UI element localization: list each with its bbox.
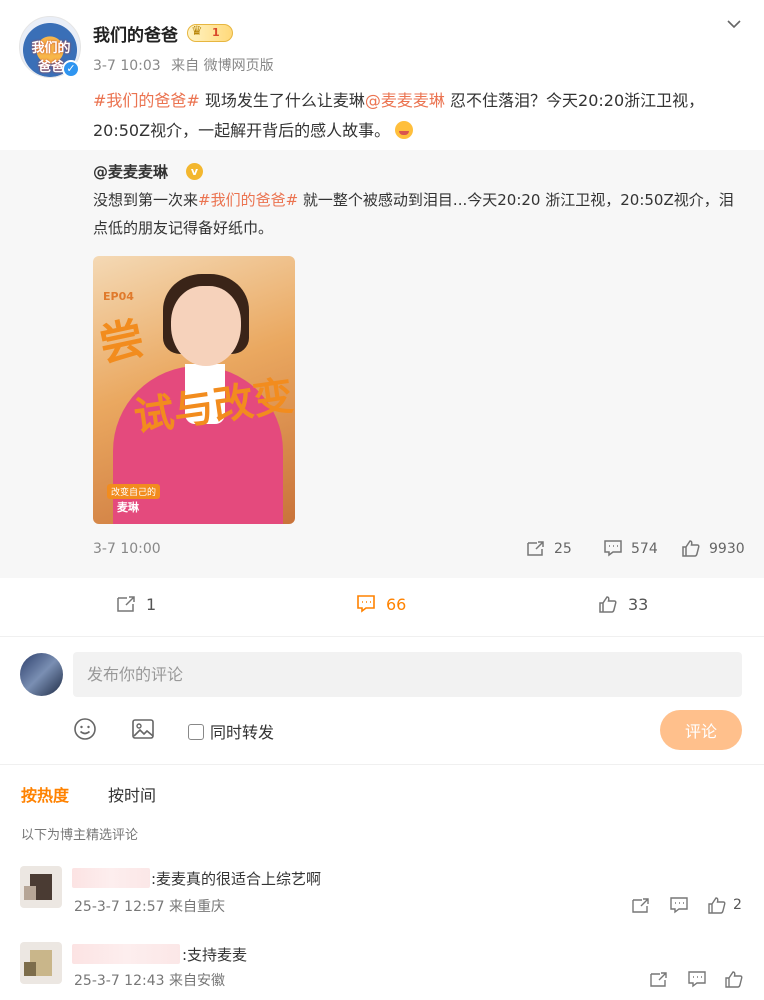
gold-verified-icon: v — [186, 163, 203, 180]
hashtag-link[interactable]: #我们的爸爸# — [93, 91, 200, 110]
tearful-emoji-icon — [395, 121, 414, 139]
also-repost-label: 同时转发 — [210, 723, 275, 742]
repost-author[interactable]: @麦麦麦琳 — [93, 161, 168, 182]
comment-meta: 25-3-7 12:43 来自安徽 — [74, 970, 225, 990]
poster-face — [171, 286, 241, 366]
comment-item: :支持麦麦 25-3-7 12:43 来自安徽 — [0, 934, 764, 1000]
comment-location: 来自重庆 — [168, 899, 225, 915]
emoji-picker-smiley-icon[interactable] — [73, 717, 97, 741]
comment-repost-icon[interactable] — [631, 896, 651, 914]
like-button-count: 33 — [628, 595, 649, 614]
author-name[interactable]: 我们的爸爸 — [93, 21, 178, 46]
comment-location: 来自安徽 — [168, 973, 225, 989]
comment-icon — [604, 540, 622, 557]
repost-repost-count[interactable]: 25 — [526, 539, 572, 559]
submit-comment-button[interactable]: 评论 — [660, 710, 742, 750]
commenter-name-blurred[interactable] — [72, 868, 150, 888]
reposted-content[interactable]: @麦麦麦琳 v 没想到第一次来#我们的爸爸# 就一整个被感动到泪目...今天20… — [0, 150, 764, 578]
comment-button-count: 66 — [386, 595, 407, 614]
tab-sort-by-time[interactable]: 按时间 — [108, 782, 156, 806]
post-text: #我们的爸爸# 现场发生了什么让麦琳@麦麦麦琳 忍不住落泪？今天20:20浙江卫… — [93, 86, 743, 146]
poster-title-first: 尝 — [95, 312, 149, 372]
poster-person-name: 麦琳 — [117, 501, 139, 514]
comment-meta: 25-3-7 12:57 来自重庆 — [74, 896, 225, 916]
like-button[interactable]: 33 — [598, 594, 648, 614]
avatar-pixel — [24, 886, 36, 900]
sort-divider — [0, 764, 764, 765]
post-text-part: 现场发生了什么让麦琳 — [199, 91, 365, 110]
repost-like-count[interactable]: 9930 — [681, 539, 745, 559]
repost-text: 没想到第一次来#我们的爸爸# 就一整个被感动到泪目...今天20:20 浙江卫视… — [93, 186, 743, 242]
repost-text-part: 没想到第一次来 — [93, 191, 199, 209]
repost-poster-image[interactable]: EP04 尝 试与改变 改变自己的 麦琳 — [93, 256, 295, 524]
repost-button[interactable]: 1 — [116, 594, 156, 614]
weibo-post: 我们的爸爸 ✓ 我们的爸爸 ♛ 1 3-7 10:03 来自 微博网页版 #我们… — [0, 0, 764, 640]
crown-icon: ♛ — [191, 24, 203, 39]
repost-icon — [117, 596, 135, 612]
post-meta: 3-7 10:03 来自 微博网页版 — [93, 55, 280, 75]
member-level-number: 1 — [212, 26, 220, 39]
featured-comments-note: 以下为博主精选评论 — [21, 828, 139, 843]
mention-link[interactable]: @麦麦麦琳 — [365, 91, 445, 110]
repost-button-count: 1 — [146, 595, 157, 614]
comment-text: :支持麦麦 — [182, 946, 248, 964]
comment-item: :麦麦真的很适合上综艺啊 25-3-7 12:57 来自重庆 2 — [0, 858, 764, 928]
repost-count-value: 25 — [554, 541, 572, 557]
poster-tag: 改变自己的 — [107, 484, 161, 499]
also-repost-checkbox[interactable] — [188, 724, 204, 740]
also-repost-option[interactable]: 同时转发 — [188, 719, 274, 743]
commenter-name-blurred[interactable] — [72, 944, 180, 964]
post-action-bar: 1 66 33 — [0, 578, 764, 630]
comment-reply-icon[interactable] — [669, 896, 689, 914]
comment-icon — [357, 595, 375, 613]
comment-text: :麦麦真的很适合上综艺啊 — [151, 870, 322, 888]
member-level-badge[interactable]: ♛ 1 — [187, 24, 233, 42]
comment-input[interactable] — [73, 652, 742, 697]
like-icon — [599, 596, 617, 613]
poster-episode-label: EP04 — [103, 290, 134, 303]
like-count-value: 9930 — [709, 541, 745, 557]
current-user-avatar[interactable] — [20, 653, 63, 696]
comment-repost-icon[interactable] — [649, 970, 669, 988]
insert-image-icon[interactable] — [131, 717, 155, 741]
commenter-avatar[interactable] — [20, 942, 62, 984]
section-divider — [0, 636, 764, 637]
comment-like-icon[interactable] — [724, 970, 744, 988]
comment-reply-icon[interactable] — [687, 970, 707, 988]
tab-sort-by-hot[interactable]: 按热度 — [21, 782, 69, 806]
repost-hashtag-link[interactable]: #我们的爸爸# — [198, 191, 298, 209]
comment-time: 25-3-7 12:43 — [74, 973, 165, 989]
repost-time[interactable]: 3-7 10:00 — [93, 541, 161, 557]
comment-like-icon[interactable] — [707, 896, 727, 914]
post-time[interactable]: 3-7 10:03 — [93, 58, 161, 74]
commenter-avatar[interactable] — [20, 866, 62, 908]
more-options-chevron-down-icon[interactable] — [724, 14, 744, 34]
repost-comment-count[interactable]: 574 — [603, 539, 658, 559]
like-icon — [682, 540, 700, 557]
avatar-pixel — [24, 962, 36, 976]
comment-count-value: 574 — [631, 541, 658, 557]
comment-like-count: 2 — [733, 897, 742, 913]
post-source: 来自 微博网页版 — [171, 58, 274, 74]
repost-icon — [527, 541, 544, 556]
verified-badge-icon: ✓ — [62, 60, 80, 78]
comment-time: 25-3-7 12:57 — [74, 899, 165, 915]
comment-button[interactable]: 66 — [356, 594, 406, 614]
